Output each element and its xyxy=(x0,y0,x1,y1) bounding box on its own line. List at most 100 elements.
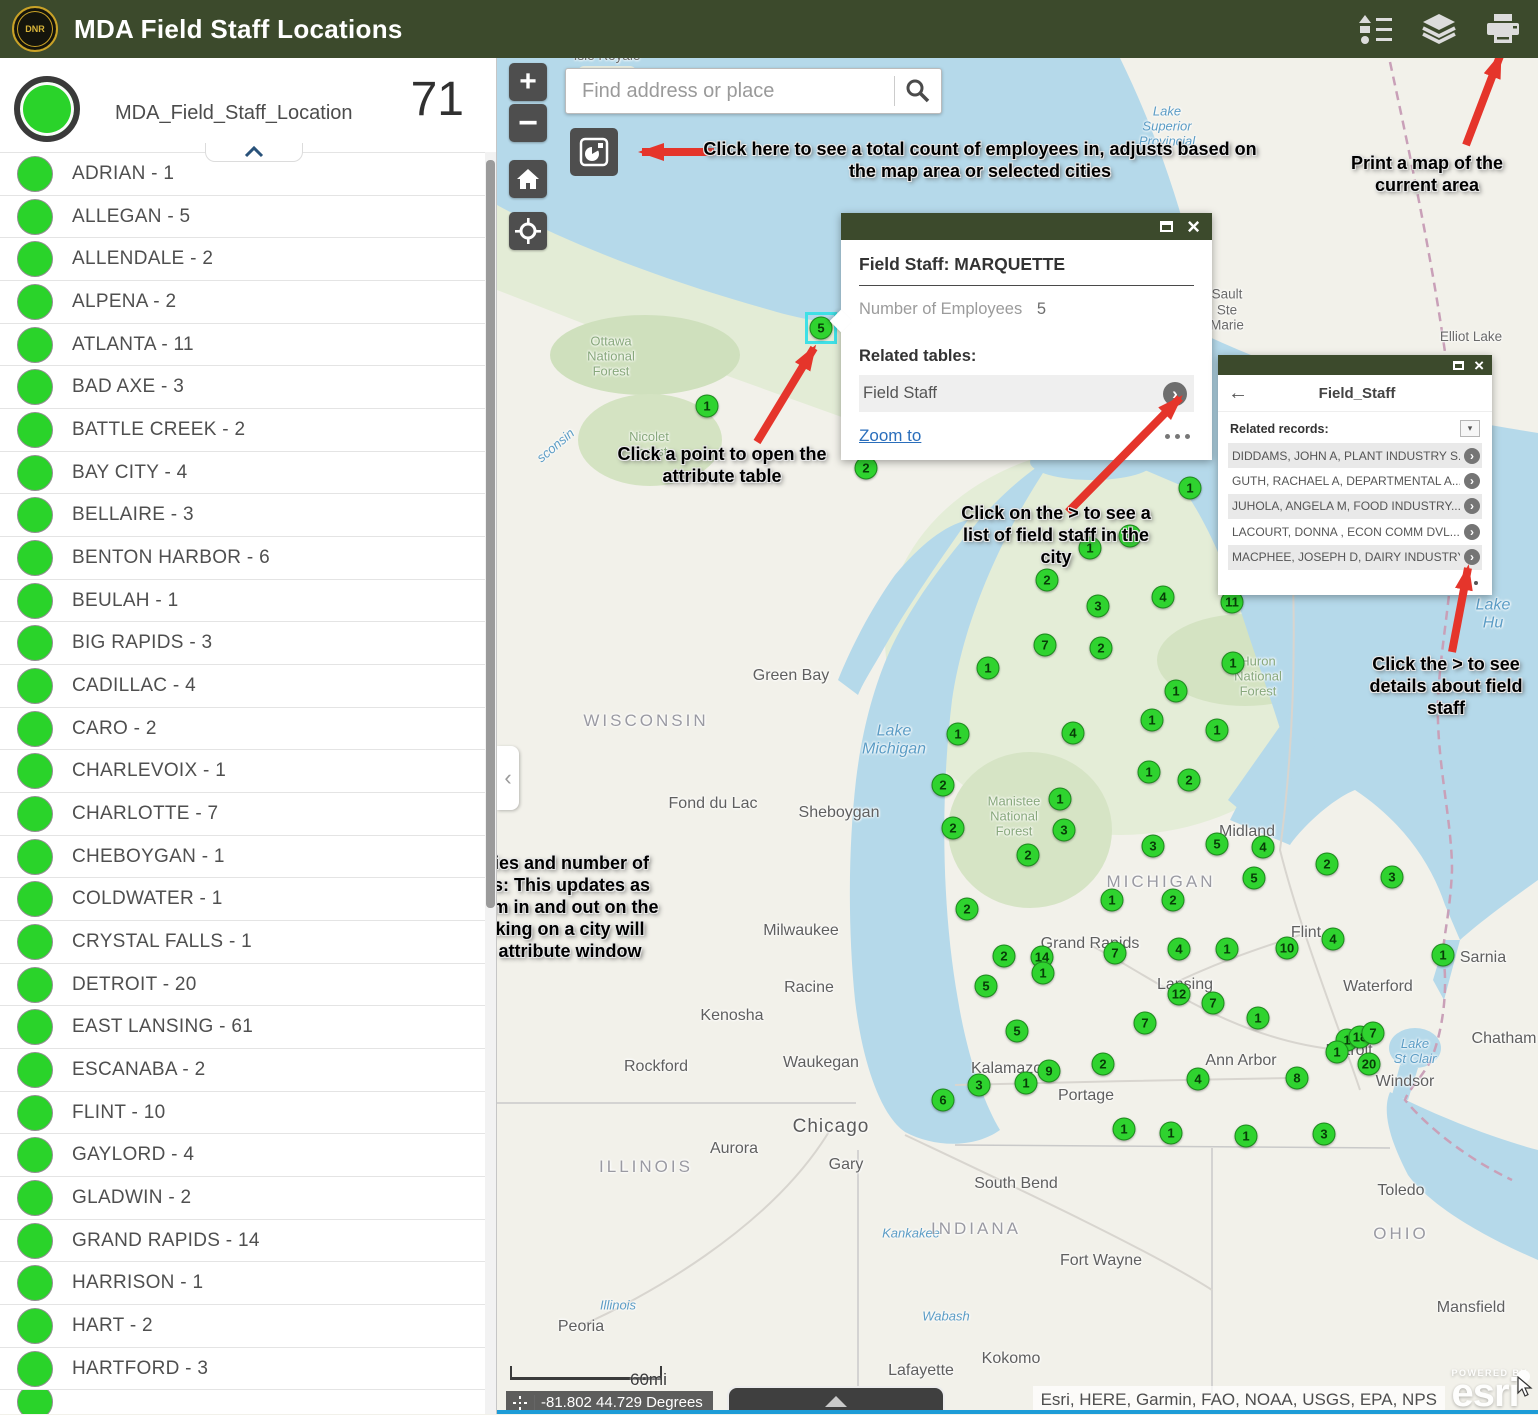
list-item[interactable]: EAST LANSING - 61 xyxy=(0,1006,486,1049)
record-detail-button[interactable]: › xyxy=(1464,524,1480,540)
record-detail-button[interactable]: › xyxy=(1464,448,1480,464)
list-item[interactable]: DETROIT - 20 xyxy=(0,964,486,1007)
map-point[interactable]: 1 xyxy=(1160,1122,1183,1145)
layers-icon[interactable] xyxy=(1420,12,1458,46)
map-point[interactable]: 7 xyxy=(1134,1012,1157,1035)
record-detail-button[interactable]: › xyxy=(1464,473,1480,489)
map-point[interactable]: 1 xyxy=(1247,1007,1270,1030)
map-point[interactable]: 1 xyxy=(947,723,970,746)
map-point[interactable]: 2 xyxy=(1017,844,1040,867)
legend-icon[interactable] xyxy=(1356,12,1394,46)
list-item[interactable]: CHEBOYGAN - 1 xyxy=(0,836,486,879)
map-point[interactable]: 3 xyxy=(1087,595,1110,618)
list-item[interactable]: BIG RAPIDS - 3 xyxy=(0,622,486,665)
map-point[interactable]: 2 xyxy=(942,817,965,840)
map-point[interactable]: 1 xyxy=(1216,938,1239,961)
related-table-row[interactable]: Field Staff › xyxy=(859,375,1194,412)
map-point[interactable]: 1 xyxy=(1113,1118,1136,1141)
list-item[interactable]: ATLANTA - 11 xyxy=(0,324,486,367)
map-point[interactable]: 4 xyxy=(1252,836,1275,859)
list-item[interactable]: HART - 2 xyxy=(0,1305,486,1348)
map-point[interactable]: 1 xyxy=(1206,719,1229,742)
map-point[interactable]: 2 xyxy=(993,945,1016,968)
list-item[interactable]: CADILLAC - 4 xyxy=(0,665,486,708)
map-point[interactable]: 3 xyxy=(1053,819,1076,842)
map-point[interactable]: 1 xyxy=(1119,525,1142,548)
related-record[interactable]: MACPHEE, JOSEPH D, DAIRY INDUSTRY...› xyxy=(1228,545,1482,570)
record-detail-button[interactable]: › xyxy=(1464,498,1480,514)
map-point[interactable]: 5 xyxy=(1206,833,1229,856)
list-item[interactable]: FLINT - 10 xyxy=(0,1092,486,1135)
map-point[interactable]: 2 xyxy=(956,898,979,921)
map-point[interactable]: 5 xyxy=(1243,867,1266,890)
chevron-down-icon[interactable]: ▾ xyxy=(1460,420,1480,437)
list-item[interactable]: HARRISON - 1 xyxy=(0,1262,486,1305)
map-point[interactable]: 7 xyxy=(1362,1022,1385,1045)
related-record[interactable]: DIDDAMS, JOHN A, PLANT INDUSTRY S...› xyxy=(1228,443,1482,468)
related-record[interactable]: LACOURT, DONNA , ECON COMM DVL...› xyxy=(1228,519,1482,544)
print-icon[interactable] xyxy=(1484,12,1522,46)
map-point[interactable]: 1 xyxy=(1032,962,1055,985)
list-item[interactable]: BAY CITY - 4 xyxy=(0,452,486,495)
sidebar-collapse-handle[interactable]: ‹ xyxy=(497,746,519,810)
list-item[interactable]: BATTLE CREEK - 2 xyxy=(0,409,486,452)
record-detail-button[interactable]: › xyxy=(1464,549,1480,565)
home-button[interactable] xyxy=(509,160,547,198)
list-item[interactable]: BELLAIRE - 3 xyxy=(0,494,486,537)
map-point[interactable]: 3 xyxy=(968,1074,991,1097)
map-point[interactable]: 4 xyxy=(1168,938,1191,961)
more-options-icon[interactable] xyxy=(1165,434,1190,439)
map-point[interactable]: 7 xyxy=(1034,634,1057,657)
list-item[interactable]: CHARLOTTE - 7 xyxy=(0,793,486,836)
map-point[interactable]: 2 xyxy=(1178,769,1201,792)
map-point[interactable]: 12 xyxy=(1168,983,1191,1006)
map-point[interactable]: 2 xyxy=(1316,853,1339,876)
map-point[interactable]: 5 xyxy=(975,975,998,998)
maximize-icon[interactable] xyxy=(1453,361,1464,370)
map-point[interactable]: 2 xyxy=(1092,1053,1115,1076)
map-point[interactable]: 5 xyxy=(1006,1020,1029,1043)
map-point[interactable]: 10 xyxy=(1276,937,1299,960)
map-point[interactable]: 1 xyxy=(1235,1125,1258,1148)
related-record[interactable]: GUTH, RACHAEL A, DEPARTMENTAL A...› xyxy=(1228,468,1482,493)
list-item[interactable]: BAD AXE - 3 xyxy=(0,366,486,409)
zoom-to-link[interactable]: Zoom to xyxy=(859,426,921,446)
map-point[interactable]: 1 xyxy=(1079,537,1102,560)
map-point[interactable]: 1 xyxy=(1432,944,1455,967)
close-icon[interactable]: × xyxy=(1474,357,1484,374)
related-record[interactable]: JUHOLA, ANGELA M, FOOD INDUSTRY...› xyxy=(1228,494,1482,519)
locate-button[interactable] xyxy=(509,212,547,250)
back-arrow-icon[interactable]: ← xyxy=(1218,382,1258,405)
map-point[interactable]: 8 xyxy=(1286,1067,1309,1090)
map-point[interactable]: 1 xyxy=(1049,788,1072,811)
list-item[interactable]: ALPENA - 2 xyxy=(0,281,486,324)
map-point[interactable]: 4 xyxy=(1187,1068,1210,1091)
map-point[interactable]: 1 xyxy=(1138,761,1161,784)
map-point[interactable]: 1 xyxy=(1179,477,1202,500)
list-item[interactable]: BEULAH - 1 xyxy=(0,580,486,623)
map-point[interactable]: 7 xyxy=(1202,992,1225,1015)
list-item[interactable]: ESCANABA - 2 xyxy=(0,1049,486,1092)
map-point[interactable]: 3 xyxy=(1313,1123,1336,1146)
map-point[interactable]: 7 xyxy=(1104,942,1127,965)
open-related-table-button[interactable]: › xyxy=(1163,382,1187,406)
map-point[interactable]: 1 xyxy=(1165,680,1188,703)
map-point[interactable]: 9 xyxy=(1038,1060,1061,1083)
list-item-partial[interactable] xyxy=(0,1390,486,1414)
list-item[interactable]: CHARLEVOIX - 1 xyxy=(0,750,486,793)
list-item[interactable]: GRAND RAPIDS - 14 xyxy=(0,1220,486,1263)
map-point[interactable]: 6 xyxy=(932,1089,955,1112)
map-point[interactable]: 1 xyxy=(1015,1072,1038,1095)
list-item[interactable]: GAYLORD - 4 xyxy=(0,1134,486,1177)
map-point[interactable]: 20 xyxy=(1358,1053,1381,1076)
map-point[interactable]: 2 xyxy=(1036,569,1059,592)
list-item[interactable]: BENTON HARBOR - 6 xyxy=(0,537,486,580)
search-icon[interactable] xyxy=(895,69,941,113)
list-item[interactable]: GLADWIN - 2 xyxy=(0,1177,486,1220)
map-point[interactable]: 3 xyxy=(1381,866,1404,889)
map-point[interactable]: 1 xyxy=(1141,709,1164,732)
collapse-list-button[interactable] xyxy=(205,143,303,162)
list-item[interactable]: CARO - 2 xyxy=(0,708,486,751)
search-input[interactable] xyxy=(566,79,894,104)
map-point[interactable]: 4 xyxy=(1322,928,1345,951)
